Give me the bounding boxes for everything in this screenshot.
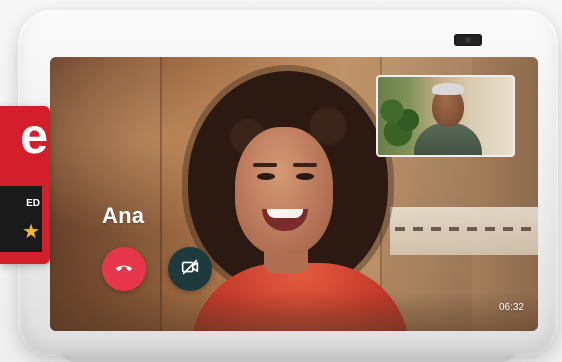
device-base-shadow bbox=[58, 346, 518, 362]
video-call-screen: Ana 06:32 bbox=[50, 57, 538, 331]
background-shelf-detail bbox=[395, 227, 535, 231]
toggle-video-button[interactable] bbox=[168, 247, 212, 291]
self-view-pip[interactable] bbox=[376, 75, 515, 157]
stage: Ana 06:32 e ED ★ bbox=[0, 0, 562, 362]
caller-eye bbox=[257, 173, 275, 180]
pip-plant bbox=[380, 87, 420, 147]
video-off-icon bbox=[179, 256, 201, 283]
end-call-button[interactable] bbox=[102, 247, 146, 291]
caller-brow bbox=[293, 163, 317, 167]
badge-text: ED bbox=[26, 198, 40, 209]
star-icon: ★ bbox=[22, 221, 40, 243]
phone-hangup-icon bbox=[113, 256, 135, 283]
caller-face bbox=[235, 127, 333, 255]
screen-bottom-shade bbox=[50, 291, 538, 331]
badge-letter: e bbox=[20, 108, 48, 164]
call-timer: 06:32 bbox=[498, 302, 524, 313]
pip-person-body bbox=[414, 123, 482, 155]
background-panel bbox=[50, 57, 162, 331]
caller-name: Ana bbox=[102, 203, 145, 228]
caller-brow bbox=[253, 163, 277, 167]
award-badge: e ED ★ bbox=[0, 106, 50, 264]
pip-person-hair bbox=[432, 83, 464, 95]
background-shelf bbox=[390, 207, 538, 255]
caller-eye bbox=[296, 173, 314, 180]
smart-display-device: Ana 06:32 bbox=[18, 10, 558, 362]
camera-icon bbox=[454, 34, 482, 46]
